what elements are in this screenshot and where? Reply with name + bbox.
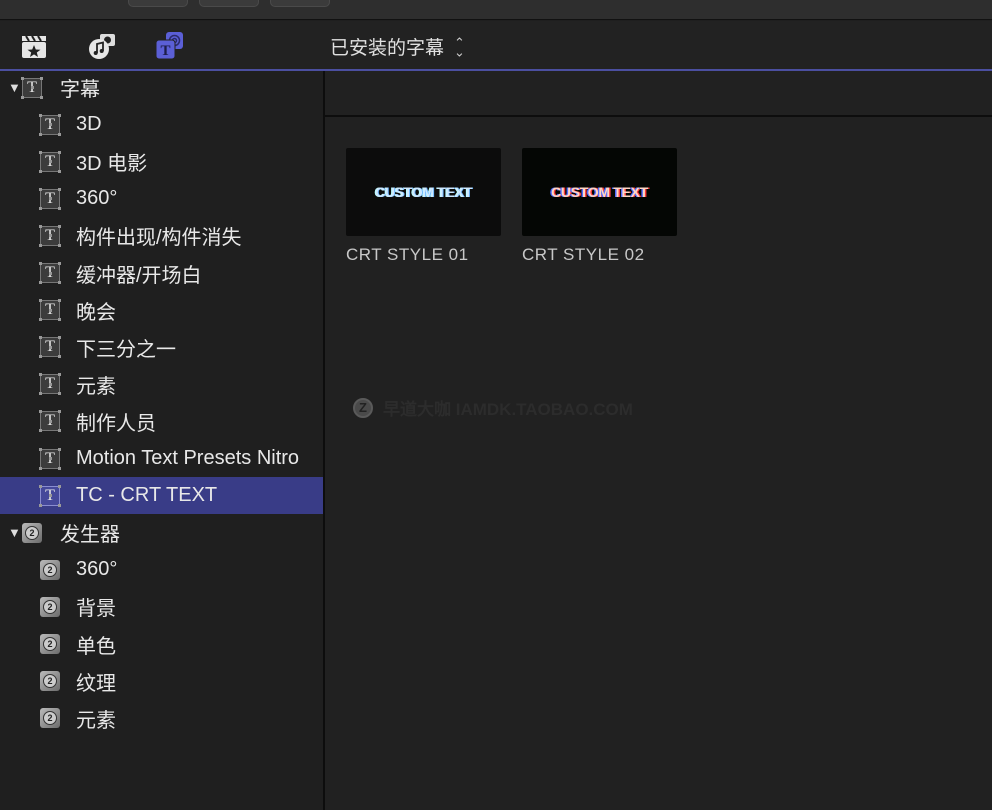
clapperboard-star-icon xyxy=(22,35,46,58)
sidebar-item[interactable]: T 元素 xyxy=(0,366,323,403)
sidebar-group-1[interactable]: ▼ 2 发生器 xyxy=(0,514,323,551)
disclosure-triangle-icon[interactable]: ▼ xyxy=(8,525,22,540)
sidebar-item[interactable]: T 下三分之一 xyxy=(0,329,323,366)
photos-videos-library-button[interactable] xyxy=(18,30,50,62)
title-T-icon: T xyxy=(39,410,60,432)
disclosure-triangle-icon[interactable]: ▼ xyxy=(8,80,22,95)
title-thumbnail-crt-style-02[interactable]: CUSTOM TEXT xyxy=(522,148,677,236)
installed-titles-label: 已安装的字幕 xyxy=(330,38,445,59)
watermark: Z 早道大咖 IAMDK.TAOBAO.COM xyxy=(353,395,633,420)
watermark-text: 早道大咖 IAMDK.TAOBAO.COM xyxy=(383,400,633,419)
title-T-icon: T xyxy=(39,447,60,469)
title-T-icon: T xyxy=(39,224,60,246)
sidebar-item-label: TC - CRT TEXT xyxy=(76,484,218,507)
thumbnail-preview-text: CUSTOM TEXT xyxy=(375,184,472,200)
sidebar-item-label: 360° xyxy=(76,558,118,581)
svg-text:T: T xyxy=(160,43,170,59)
generator-icon: 2 xyxy=(40,671,60,692)
title-T-icon: T xyxy=(21,76,42,98)
sidebar-item[interactable]: T 晚会 xyxy=(0,292,323,329)
generator-icon: 2 xyxy=(40,634,60,654)
sidebar-item-label: 纹理 xyxy=(76,672,116,695)
browser-toolbar: T 已安装的字幕 ⌃ ⌃ xyxy=(0,21,992,69)
music-photo-icon xyxy=(89,34,115,59)
watermark-logo-icon: Z xyxy=(353,397,373,418)
sidebar-item-label: 背景 xyxy=(76,598,116,621)
generator-icon: 2 xyxy=(40,596,60,617)
sidebar-item-label: 构件出现/构件消失 xyxy=(76,227,242,250)
sidebar-item-label: 晚会 xyxy=(76,301,116,324)
sidebar-item[interactable]: T 缓冲器/开场白 xyxy=(0,255,323,292)
top-toolbar-button-3[interactable] xyxy=(270,0,330,7)
sidebar-group-0[interactable]: ▼ T 字幕 xyxy=(0,69,323,106)
titles-sidebar: ▼ T 字幕 T 3D T 3D 电影 T 360° T 构件出现/构件消失 T 缓冲器/开场白 T 晚会 T… xyxy=(0,71,323,810)
browser-content-header xyxy=(325,71,992,117)
music-sound-button[interactable] xyxy=(86,30,118,62)
sidebar-item-label: 3D 电影 xyxy=(76,153,148,176)
sidebar-item-label: 3D xyxy=(76,113,102,136)
thumbnail-preview-text: CUSTOM TEXT xyxy=(551,184,648,200)
sidebar-item-label: Motion Text Presets Nitro xyxy=(76,447,300,469)
sidebar-group-label: 发生器 xyxy=(60,524,120,547)
sidebar-item[interactable]: 2 纹理 xyxy=(0,663,323,700)
sidebar-item[interactable]: 2 单色 xyxy=(0,626,323,663)
title-T-icon: T xyxy=(39,262,60,283)
generator-icon: 2 xyxy=(22,522,42,543)
titles-generators-button[interactable]: T xyxy=(154,30,186,62)
thumbnail-label: CRT STYLE 01 xyxy=(346,245,469,264)
window-top-bar xyxy=(0,0,992,20)
titles-generators-icon: T xyxy=(155,32,183,60)
sidebar-item-label: 缓冲器/开场白 xyxy=(76,264,202,287)
generator-icon: 2 xyxy=(40,559,60,580)
sidebar-item[interactable]: 2 元素 xyxy=(0,700,323,737)
title-thumbnail-crt-style-01[interactable]: CUSTOM TEXT xyxy=(346,148,501,236)
title-T-icon: T xyxy=(39,336,60,358)
sidebar-item[interactable]: T Motion Text Presets Nitro xyxy=(0,440,323,477)
sidebar-item[interactable]: T 3D xyxy=(0,106,323,143)
sidebar-item-label: 下三分之一 xyxy=(76,338,176,361)
title-T-icon: T xyxy=(39,373,60,395)
title-T-icon: T xyxy=(39,113,60,135)
sidebar-item[interactable]: T 制作人员 xyxy=(0,403,323,440)
sidebar-item[interactable]: T 3D 电影 xyxy=(0,143,323,180)
sidebar-item[interactable]: T 360° xyxy=(0,180,323,217)
sidebar-item-label: 元素 xyxy=(76,375,116,398)
chevron-up-down-icon: ⌃ ⌃ xyxy=(454,34,465,59)
sidebar-item[interactable]: 2 360° xyxy=(0,551,323,588)
installed-titles-dropdown[interactable]: 已安装的字幕 ⌃ ⌃ xyxy=(330,33,465,60)
generator-icon: 2 xyxy=(40,708,60,729)
sidebar-item-label: 360° xyxy=(76,187,118,210)
title-T-icon: T xyxy=(39,150,60,172)
sidebar-group-label: 字幕 xyxy=(60,79,100,101)
title-T-icon: T xyxy=(39,484,60,506)
sidebar-item-label: 单色 xyxy=(76,635,116,658)
top-toolbar-button-2[interactable] xyxy=(199,0,259,7)
sidebar-item-label: 元素 xyxy=(76,709,116,732)
top-toolbar-button-1[interactable] xyxy=(128,0,188,7)
thumbnail-label: CRT STYLE 02 xyxy=(522,245,645,264)
sidebar-item[interactable]: T 构件出现/构件消失 xyxy=(0,217,323,254)
title-T-icon: T xyxy=(39,187,60,209)
title-T-icon: T xyxy=(39,299,60,321)
sidebar-item[interactable]: 2 背景 xyxy=(0,588,323,625)
sidebar-item-label: 制作人员 xyxy=(76,412,156,435)
sidebar-item[interactable]: T TC - CRT TEXT xyxy=(0,477,323,515)
